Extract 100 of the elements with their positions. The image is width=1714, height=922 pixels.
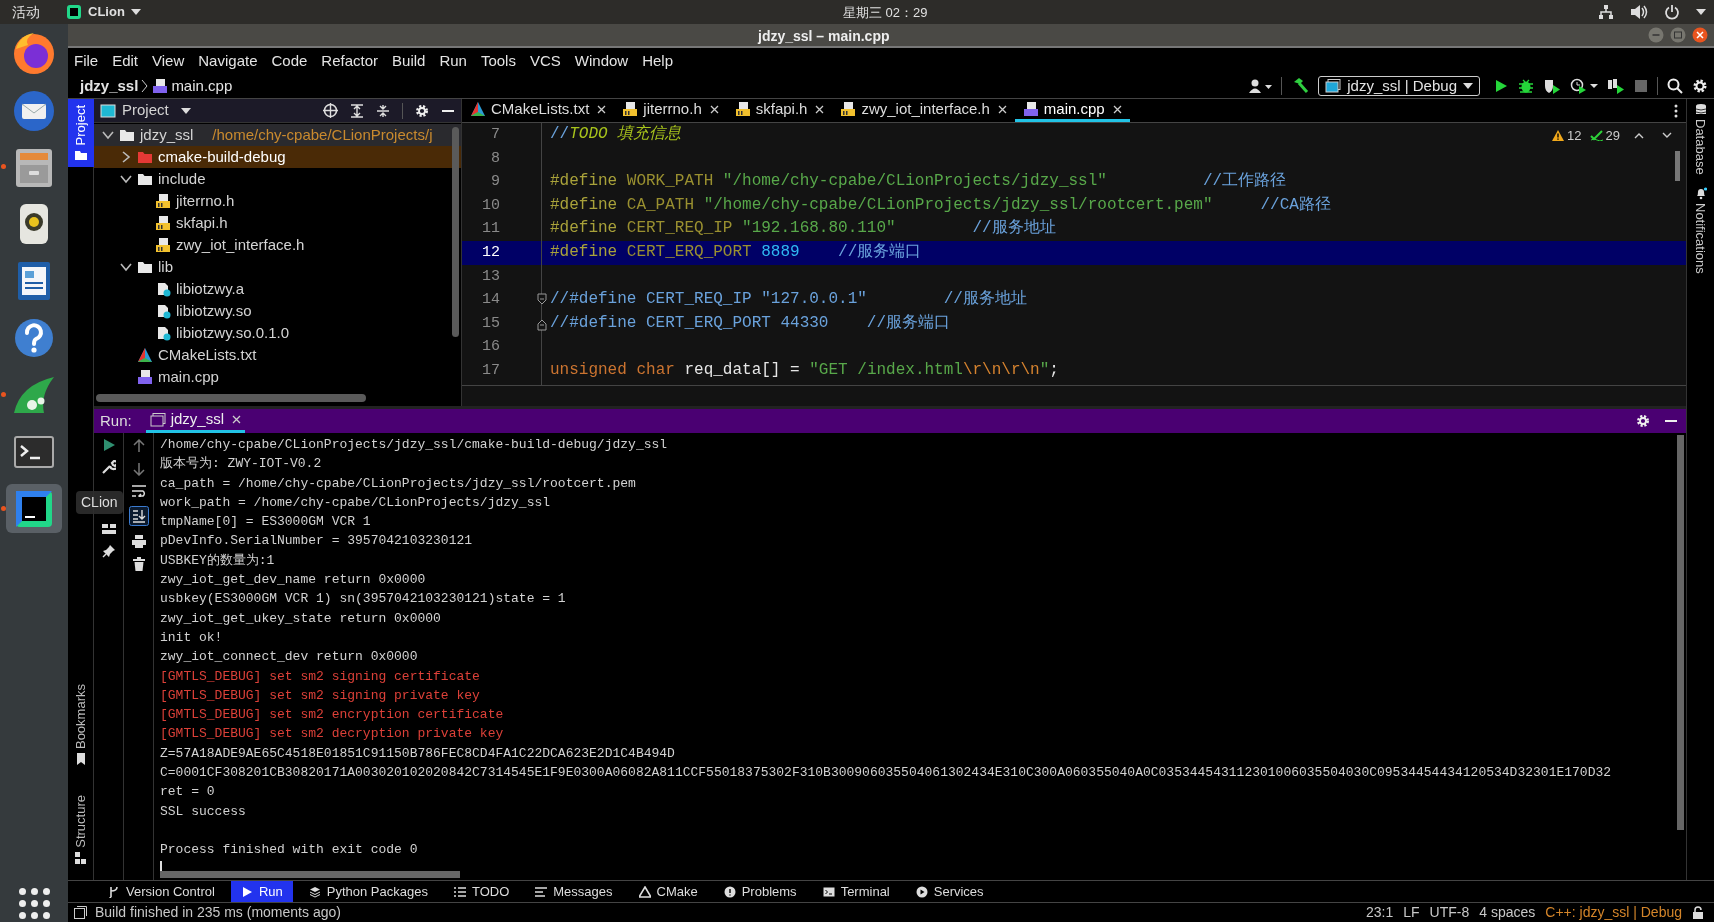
settings-icon[interactable] [415, 103, 429, 118]
layout-icon[interactable] [101, 523, 116, 535]
wrap-icon[interactable] [131, 485, 146, 497]
tool-tab[interactable]: Terminal [812, 881, 900, 902]
tree-item[interactable]: lib [94, 256, 461, 278]
panel-toggle-icon[interactable] [74, 906, 87, 919]
tool-window-tab[interactable]: Bookmarks [68, 678, 94, 772]
menu-item[interactable]: VCS [529, 49, 561, 72]
caret-icon[interactable] [1696, 9, 1706, 15]
tree-item[interactable]: libiotzwy.so [94, 300, 461, 322]
target-icon[interactable] [323, 103, 338, 118]
tool-window-tab[interactable]: Notifications [1690, 186, 1711, 274]
bug-icon[interactable] [1518, 78, 1534, 94]
status-item[interactable]: UTF-8 [1429, 902, 1470, 922]
maximize-icon[interactable] [1670, 27, 1686, 43]
more-icon[interactable] [1674, 103, 1678, 118]
tool-tab[interactable]: Python Packages [298, 881, 438, 902]
tree-item[interactable]: libiotzwy.a [94, 278, 461, 300]
tool-tab[interactable]: CMake [628, 881, 708, 902]
menu-item[interactable]: Code [271, 49, 308, 72]
fold-icon[interactable] [537, 292, 547, 307]
console-tab[interactable]: jdzy_ssl [145, 409, 246, 433]
tree-item[interactable]: include [94, 168, 461, 190]
file-icon [155, 303, 171, 319]
stop-icon[interactable] [1634, 79, 1648, 93]
run-config-dropdown[interactable]: jdzy_ssl | Debug [1318, 76, 1480, 96]
network-icon[interactable] [1598, 4, 1614, 20]
clock[interactable]: 星期三 02：29 [843, 3, 928, 23]
tool-tab[interactable]: Version Control [98, 881, 225, 902]
volume-icon[interactable] [1630, 4, 1648, 20]
scrollbar[interactable] [1677, 435, 1684, 830]
lock-icon[interactable] [1692, 906, 1704, 919]
tool-tab[interactable]: Run [230, 881, 293, 902]
warning-count[interactable]: 12 [1552, 126, 1582, 146]
search-icon[interactable] [1667, 78, 1683, 94]
menu-item[interactable]: Build [392, 49, 426, 72]
tree-item[interactable]: cmake-build-debug [94, 146, 461, 168]
menu-item[interactable]: Help [642, 49, 674, 72]
tree-item[interactable]: jiterrno.h [94, 190, 461, 212]
tool-window-tab[interactable]: Structure [68, 789, 94, 870]
attach-icon[interactable] [1607, 78, 1625, 94]
wrench-icon[interactable] [101, 460, 116, 474]
app-menu[interactable]: CLion [66, 2, 141, 22]
editor-tab[interactable]: skfapi.h [726, 99, 833, 122]
chevron-up-icon[interactable] [1634, 132, 1644, 140]
breadcrumb-item[interactable]: jdzy_ssl [80, 74, 139, 98]
view-selector[interactable]: Project [100, 99, 191, 122]
scrollbar[interactable] [1675, 151, 1680, 181]
menu-item[interactable]: Run [439, 49, 467, 72]
tool-tab[interactable]: TODO [443, 881, 520, 902]
status-item[interactable]: LF [1403, 902, 1420, 922]
menu-item[interactable]: File [74, 49, 99, 72]
status-item[interactable]: 23:1 [1365, 902, 1394, 922]
menu-item[interactable]: View [152, 49, 185, 72]
breadcrumb-item[interactable]: main.cpp [152, 74, 233, 98]
tool-window-tab[interactable]: Database [1690, 103, 1711, 175]
tree-item[interactable]: skfapi.h [94, 212, 461, 234]
trash-icon[interactable] [132, 557, 145, 571]
expand-all-icon[interactable] [350, 103, 364, 118]
coverage-icon[interactable] [1543, 78, 1561, 94]
arrow-down-icon[interactable] [132, 462, 145, 476]
status-item[interactable]: 4 spaces [1479, 902, 1536, 922]
scrollbar[interactable] [452, 127, 459, 337]
tree-item[interactable]: jdzy_ssl /home/chy-cpabe/CLionProjects/j [94, 124, 461, 146]
menu-item[interactable]: Refactor [321, 49, 379, 72]
user-icon[interactable] [1248, 79, 1273, 93]
arrow-up-icon[interactable] [132, 439, 145, 453]
close-icon[interactable] [1692, 27, 1708, 43]
tool-tab[interactable]: Messages [525, 881, 623, 902]
tree-item[interactable]: zwy_iot_interface.h [94, 234, 461, 256]
collapse-all-icon[interactable] [376, 103, 390, 118]
menu-item[interactable]: Window [574, 49, 629, 72]
scroll-end-icon[interactable] [128, 506, 149, 526]
settings-icon[interactable] [1636, 414, 1650, 428]
tool-window-tab[interactable]: Project [68, 99, 94, 168]
print-icon[interactable] [131, 535, 146, 548]
pin-icon[interactable] [101, 544, 116, 558]
run-icon[interactable] [102, 439, 115, 451]
scrollbar[interactable] [160, 871, 460, 878]
tool-tab[interactable]: Problems [713, 881, 807, 902]
tree-item[interactable]: libiotzwy.so.0.1.0 [94, 322, 461, 344]
typo-count[interactable]: 29 [1589, 126, 1620, 146]
tree-item[interactable]: CMakeLists.txt [94, 344, 461, 366]
settings-icon[interactable] [1692, 78, 1708, 94]
editor-tab[interactable]: zwy_iot_interface.h [832, 99, 1015, 122]
profiler-icon[interactable] [1570, 78, 1598, 94]
activities-button[interactable]: 活动 [12, 1, 40, 23]
tool-tab[interactable]: Services [905, 881, 994, 902]
menu-item[interactable]: Edit [112, 49, 139, 72]
dock-item[interactable] [6, 484, 62, 533]
editor-tab[interactable]: jiterrno.h [614, 99, 727, 122]
editor-tab[interactable]: CMakeLists.txt [462, 99, 615, 122]
status-item[interactable]: C++: jdzy_ssl | Debug [1545, 902, 1682, 922]
chevron-down-icon[interactable] [1662, 132, 1672, 140]
scrollbar[interactable] [96, 394, 366, 402]
tree-item[interactable]: main.cpp [94, 366, 461, 388]
run-icon[interactable] [1493, 78, 1509, 94]
power-icon[interactable] [1664, 4, 1680, 20]
menu-item[interactable]: Navigate [198, 49, 258, 72]
menu-item[interactable]: Tools [480, 49, 516, 72]
